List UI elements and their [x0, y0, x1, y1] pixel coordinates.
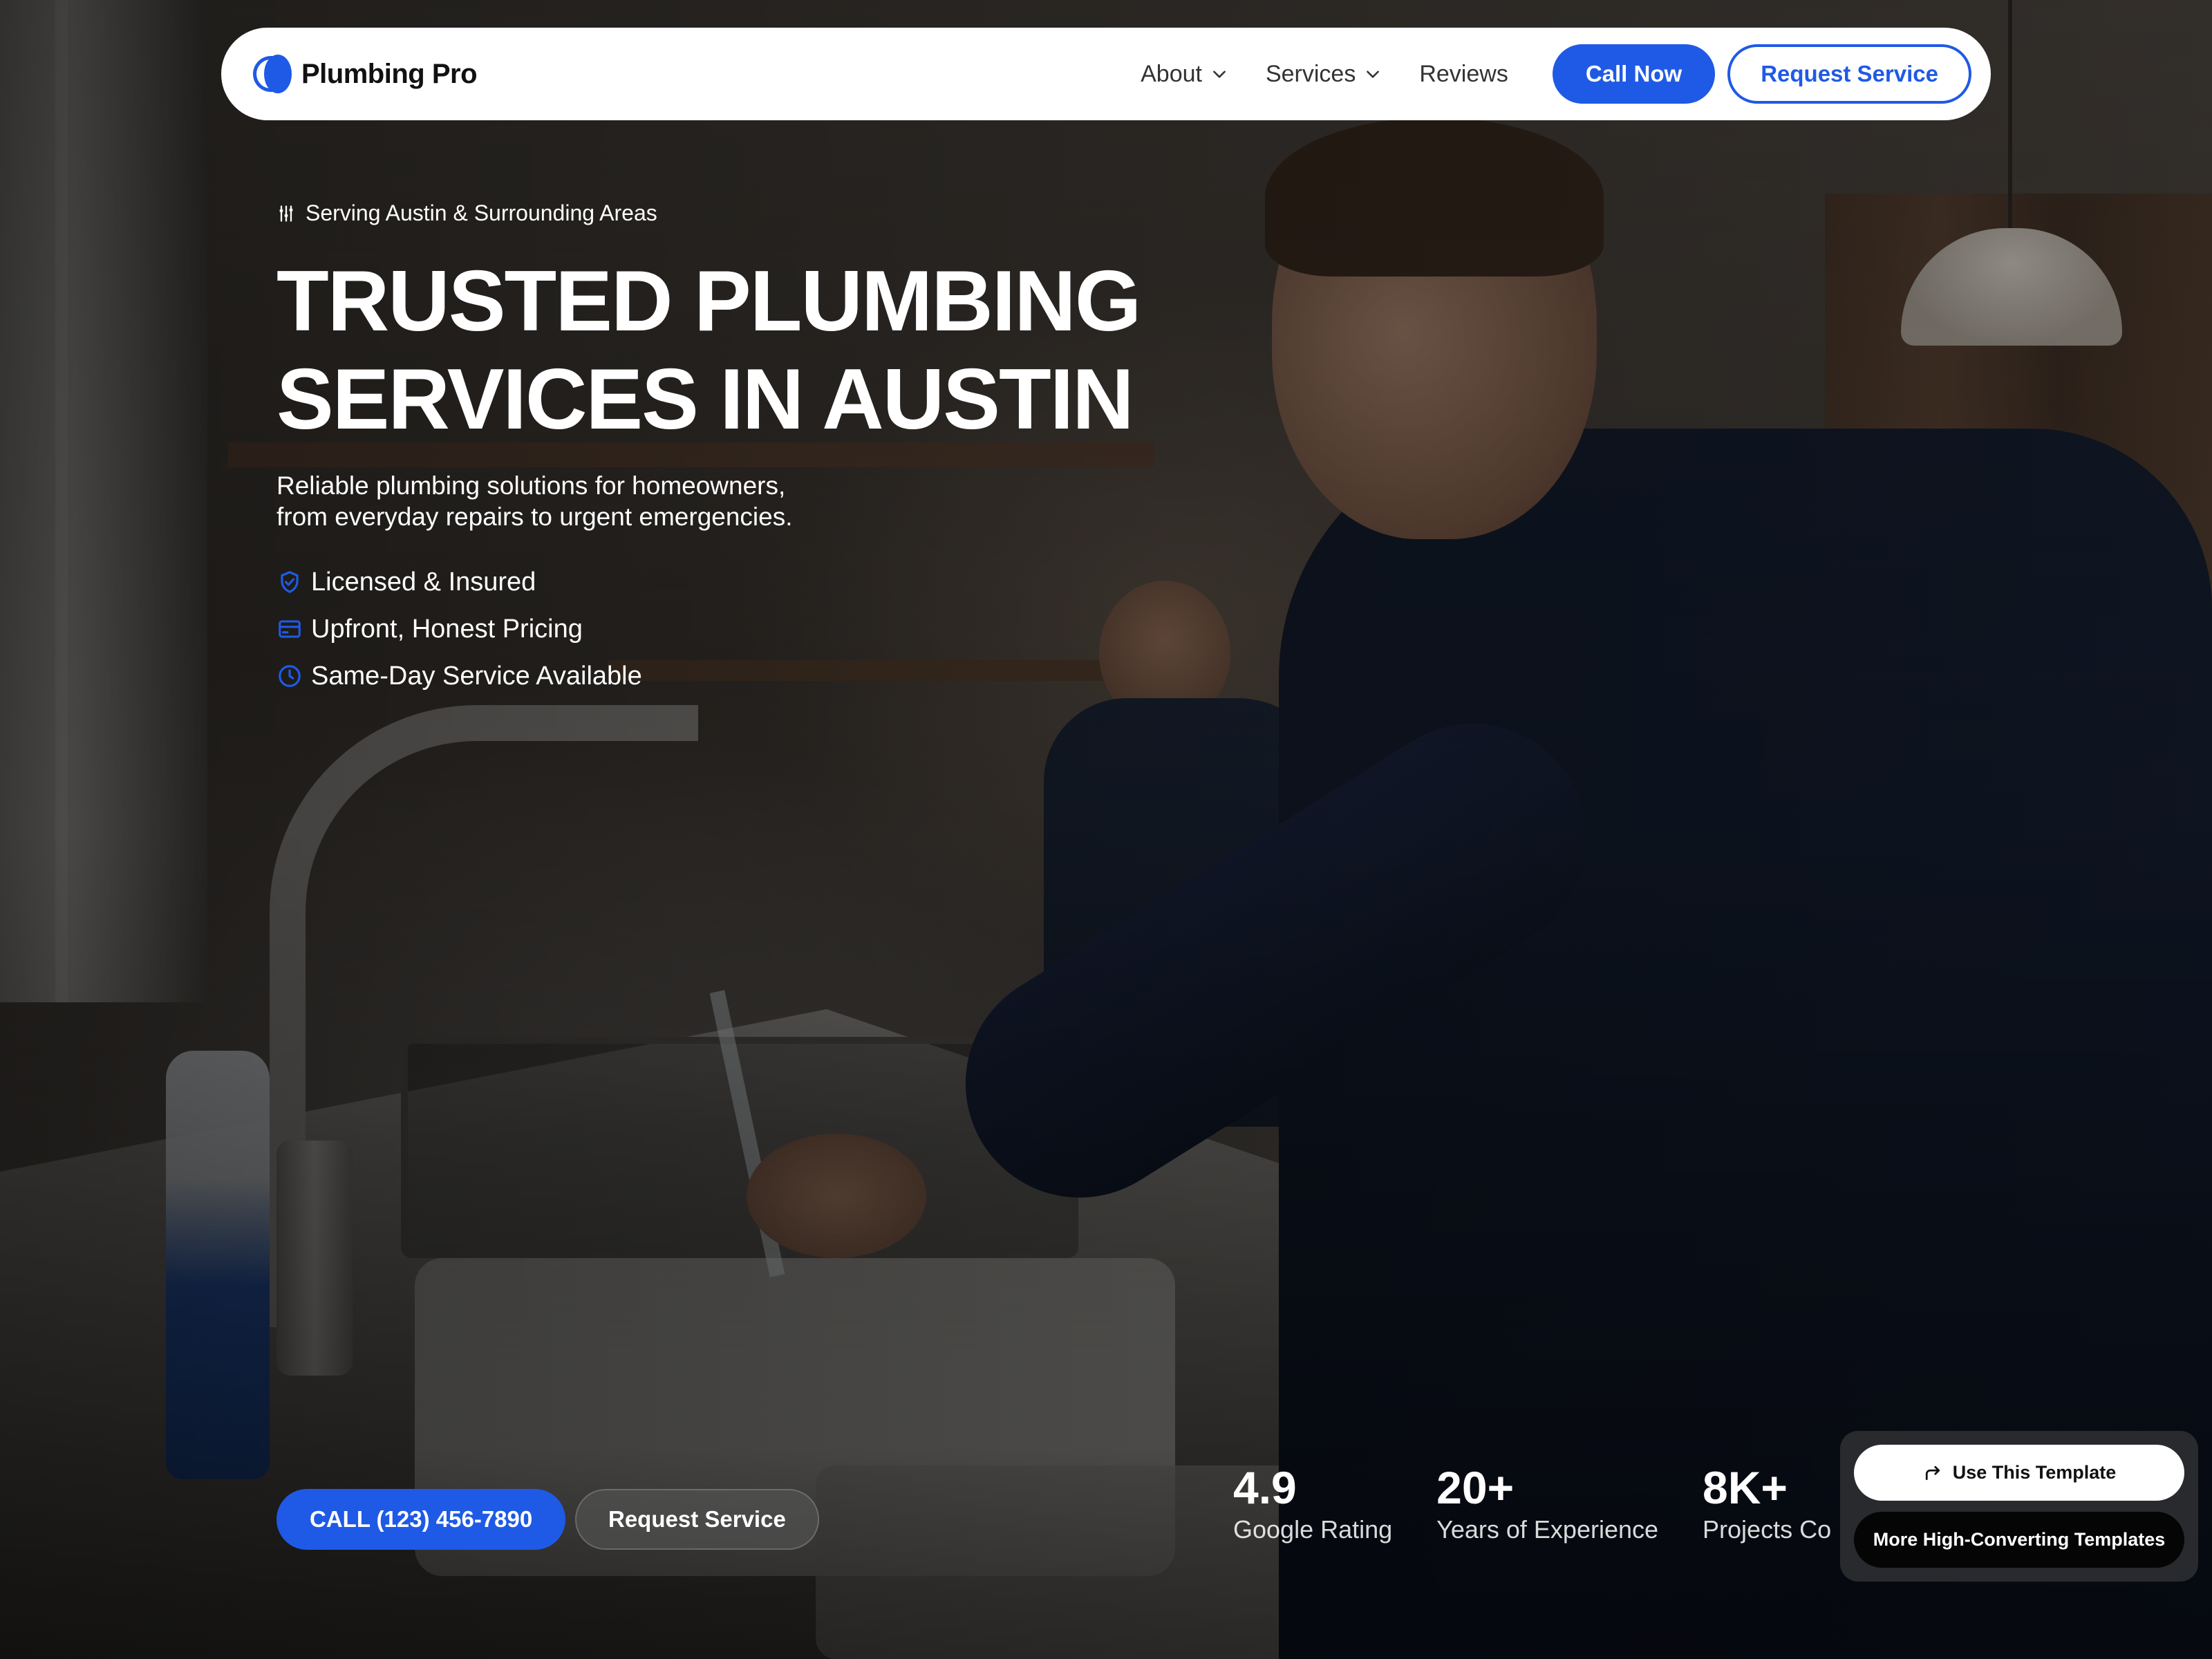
- hero-title-line: TRUSTED PLUMBING: [276, 254, 1141, 349]
- logo-mark-icon: [253, 55, 292, 93]
- nav-item-about[interactable]: About: [1141, 61, 1228, 88]
- nav-links: About Services Reviews: [1141, 61, 1508, 88]
- nav-item-label: About: [1141, 60, 1202, 87]
- stat-value: 20+: [1436, 1462, 1515, 1513]
- feature-label: Licensed & Insured: [311, 567, 536, 597]
- stat-years-experience: 20+ Years of Experience: [1436, 1461, 1658, 1558]
- eyebrow-text: Serving Austin & Surrounding Areas: [306, 200, 657, 225]
- use-template-label: Use This Template: [1952, 1462, 2117, 1483]
- service-area-eyebrow: Serving Austin & Surrounding Areas: [276, 200, 657, 226]
- feature-label: Same-Day Service Available: [311, 661, 642, 691]
- feature-item: Licensed & Insured: [276, 559, 642, 606]
- stats-row: 4.9 Google Rating 20+ Years of Experienc…: [1233, 1461, 1841, 1558]
- nav-item-label: Reviews: [1419, 60, 1508, 87]
- credit-card-icon: [279, 620, 301, 638]
- hero-title: TRUSTED PLUMBING SERVICES IN AUSTIN: [276, 252, 1175, 449]
- stat-label: Projects Co: [1703, 1515, 1832, 1544]
- feature-list: Licensed & Insured Upfront, Honest Prici…: [276, 559, 642, 700]
- nav-item-reviews[interactable]: Reviews: [1419, 61, 1508, 88]
- stat-label: Google Rating: [1233, 1515, 1393, 1544]
- stat-projects: 8K+ Projects Co: [1703, 1461, 1831, 1558]
- request-service-nav-button[interactable]: Request Service: [1727, 44, 1971, 104]
- shield-check-icon: [281, 571, 299, 593]
- sliders-icon: [279, 205, 293, 222]
- chevron-down-icon: [1367, 71, 1380, 78]
- stat-value: 4.9: [1233, 1462, 1297, 1513]
- share-arrow-icon: [1925, 1465, 1940, 1480]
- hero-title-line: SERVICES IN AUSTIN: [276, 352, 1134, 447]
- template-promo-panel: Use This Template More High-Converting T…: [1840, 1431, 2198, 1582]
- nav-item-label: Services: [1265, 60, 1356, 87]
- chevron-down-icon: [1213, 71, 1226, 78]
- brand-name: Plumbing Pro: [301, 58, 478, 89]
- feature-item: Upfront, Honest Pricing: [276, 606, 642, 653]
- top-navbar: Plumbing Pro About Services Reviews Call…: [221, 28, 1991, 120]
- hero-dark-overlay: [0, 0, 2212, 1659]
- stat-label: Years of Experience: [1436, 1515, 1659, 1544]
- stat-google-rating: 4.9 Google Rating: [1233, 1461, 1392, 1558]
- more-templates-button[interactable]: More High-Converting Templates: [1854, 1512, 2184, 1568]
- hero-subtitle: Reliable plumbing solutions for homeowne…: [276, 470, 968, 532]
- hero-subtitle-line: Reliable plumbing solutions for homeowne…: [276, 471, 786, 500]
- call-phone-button[interactable]: CALL (123) 456-7890: [276, 1489, 566, 1550]
- hero-subtitle-line: from everyday repairs to urgent emergenc…: [276, 503, 793, 531]
- feature-label: Upfront, Honest Pricing: [311, 614, 583, 644]
- feature-item: Same-Day Service Available: [276, 653, 642, 700]
- request-service-hero-button[interactable]: Request Service: [575, 1489, 819, 1550]
- call-now-button[interactable]: Call Now: [1552, 44, 1716, 104]
- nav-item-services[interactable]: Services: [1266, 61, 1382, 88]
- clock-icon: [279, 665, 301, 687]
- stat-value: 8K+: [1703, 1462, 1788, 1513]
- brand-logo-link[interactable]: Plumbing Pro: [253, 55, 478, 93]
- use-template-button[interactable]: Use This Template: [1854, 1445, 2184, 1501]
